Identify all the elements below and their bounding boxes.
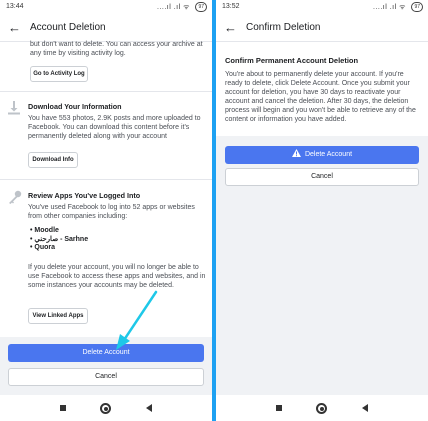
page-title: Confirm Deletion [246,22,321,33]
app-bar: ← Account Deletion [0,16,212,42]
apps-warning: If you delete your account, you will no … [28,264,206,289]
download-icon [8,101,20,115]
page-title: Account Deletion [30,22,106,33]
activity-log-button[interactable]: Go to Activity Log [30,66,88,82]
action-bar: Delete Account Cancel [0,337,212,395]
battery-icon: 97 [411,2,423,12]
cancel-button[interactable]: Cancel [225,168,419,186]
back-arrow-icon[interactable]: ← [8,20,21,36]
delete-account-button[interactable]: Delete Account [8,344,204,362]
list-item: • Quora [30,244,56,251]
system-nav-bar [0,395,212,421]
cancel-button[interactable]: Cancel [8,368,204,386]
signal-icon: ....ıl .ıl ᯤ [156,4,190,11]
warning-icon [291,149,301,157]
nav-recents-icon[interactable] [276,405,282,411]
battery-icon: 97 [195,2,207,12]
nav-home-icon[interactable] [100,403,111,414]
signal-icon: ....ıl .ıl ᯤ [372,4,406,11]
status-time: 13:44 [6,3,24,10]
confirm-heading: Confirm Permanent Account Deletion [225,56,359,65]
divider [0,91,212,92]
annotation-arrow-icon [116,290,158,350]
nav-back-icon[interactable] [362,404,368,412]
confirm-panel: Confirm Permanent Account Deletion You'r… [216,43,428,136]
download-info-button[interactable]: Download Info [28,152,78,168]
download-title: Download Your Information [28,102,122,111]
confirm-body: You're about to permanently delete your … [225,71,416,123]
apps-title: Review Apps You've Logged Into [28,191,141,200]
nav-back-icon[interactable] [146,404,152,412]
action-area: Delete Account Cancel [216,136,428,395]
view-linked-apps-button[interactable]: View Linked Apps [28,308,88,324]
download-text: You have 553 photos, 2.9K posts and more… [28,115,201,140]
status-bar: 13:52 ....ıl .ıl ᯤ 97 [216,0,428,16]
list-item: • Moodle [30,227,59,234]
list-item: • صارحني - Sarhne [30,235,89,243]
divider [0,179,212,180]
right-screen: 13:52 ....ıl .ıl ᯤ 97 ← Confirm Deletion… [216,0,428,421]
back-arrow-icon[interactable]: ← [224,20,237,36]
status-bar: 13:44 ....ıl .ıl ᯤ 97 [0,0,212,16]
key-icon [9,190,22,204]
left-screen: 13:44 ....ıl .ıl ᯤ 97 ← Account Deletion… [0,0,212,421]
app-bar: ← Confirm Deletion [216,16,428,42]
apps-text: You've used Facebook to log into 52 apps… [28,204,195,220]
delete-account-button[interactable]: Delete Account [225,146,419,164]
nav-recents-icon[interactable] [60,405,66,411]
intro-text: but don't want to delete. You can access… [30,41,203,57]
nav-home-icon[interactable] [316,403,327,414]
apps-list: • Moodle • صارحني - Sarhne • Quora [30,227,88,253]
system-nav-bar [216,395,428,421]
status-time: 13:52 [222,3,240,10]
